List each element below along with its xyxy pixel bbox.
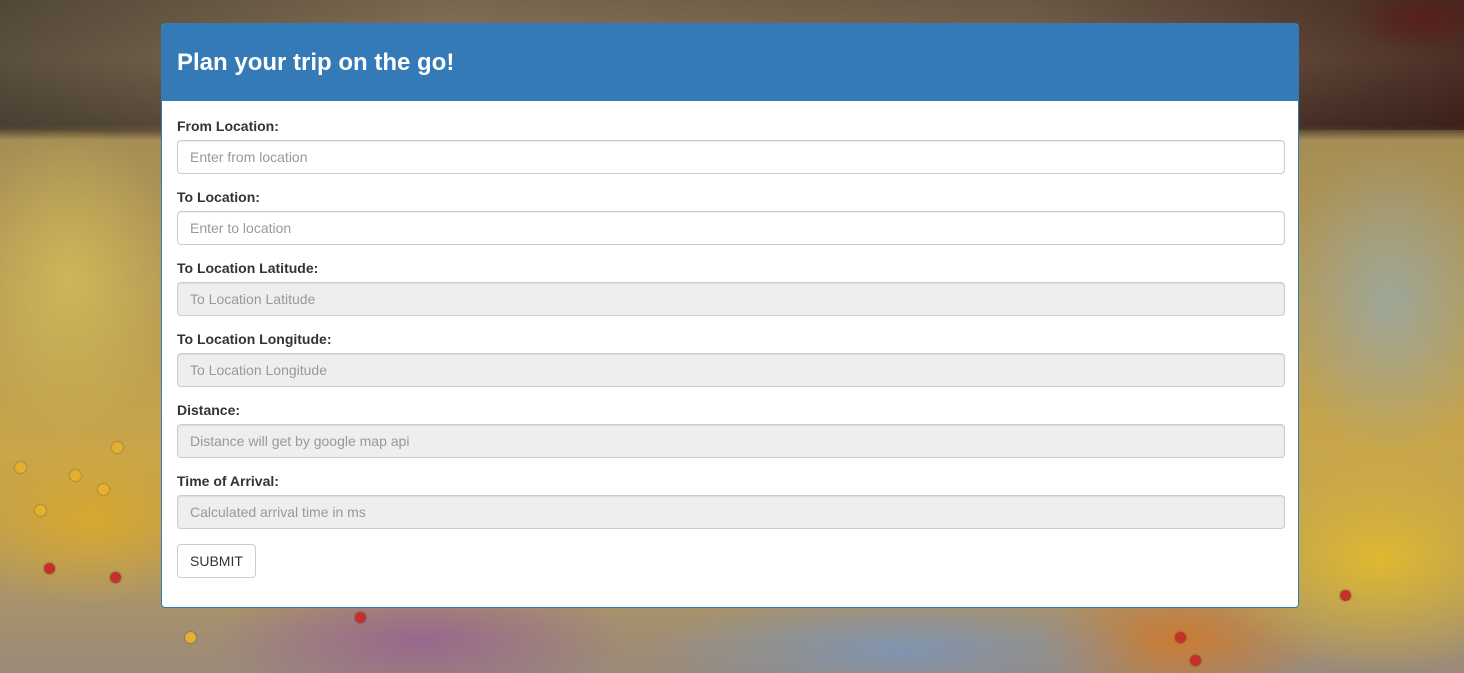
to-longitude-group: To Location Longitude: xyxy=(177,331,1285,387)
to-location-group: To Location: xyxy=(177,189,1285,245)
map-pin-icon xyxy=(44,563,55,574)
map-pin-icon xyxy=(1340,590,1351,601)
arrival-time-label: Time of Arrival: xyxy=(177,473,279,489)
from-location-group: From Location: xyxy=(177,118,1285,174)
map-pin-icon xyxy=(15,462,26,473)
map-pin-icon xyxy=(110,572,121,583)
to-longitude-label: To Location Longitude: xyxy=(177,331,332,347)
to-latitude-field xyxy=(177,282,1285,316)
to-longitude-field xyxy=(177,353,1285,387)
map-pin-icon xyxy=(70,470,81,481)
arrival-time-group: Time of Arrival: xyxy=(177,473,1285,529)
distance-group: Distance: xyxy=(177,402,1285,458)
map-pin-icon xyxy=(185,632,196,643)
map-pin-icon xyxy=(35,505,46,516)
from-location-input[interactable] xyxy=(177,140,1285,174)
trip-form: From Location: To Location: To Location … xyxy=(162,101,1298,578)
to-latitude-label: To Location Latitude: xyxy=(177,260,319,276)
trip-planner-panel: Plan your trip on the go! From Location:… xyxy=(161,23,1299,608)
map-pin-icon xyxy=(355,612,366,623)
map-pin-icon xyxy=(1175,632,1186,643)
map-pin-icon xyxy=(98,484,109,495)
to-location-label: To Location: xyxy=(177,189,260,205)
distance-field xyxy=(177,424,1285,458)
to-location-input[interactable] xyxy=(177,211,1285,245)
map-pin-icon xyxy=(112,442,123,453)
distance-label: Distance: xyxy=(177,402,241,418)
panel-heading: Plan your trip on the go! xyxy=(162,24,1298,101)
page-title: Plan your trip on the go! xyxy=(177,48,455,76)
arrival-time-field xyxy=(177,495,1285,529)
map-pin-icon xyxy=(1190,655,1201,666)
submit-button[interactable]: SUBMIT xyxy=(177,544,256,578)
to-latitude-group: To Location Latitude: xyxy=(177,260,1285,316)
from-location-label: From Location: xyxy=(177,118,279,134)
